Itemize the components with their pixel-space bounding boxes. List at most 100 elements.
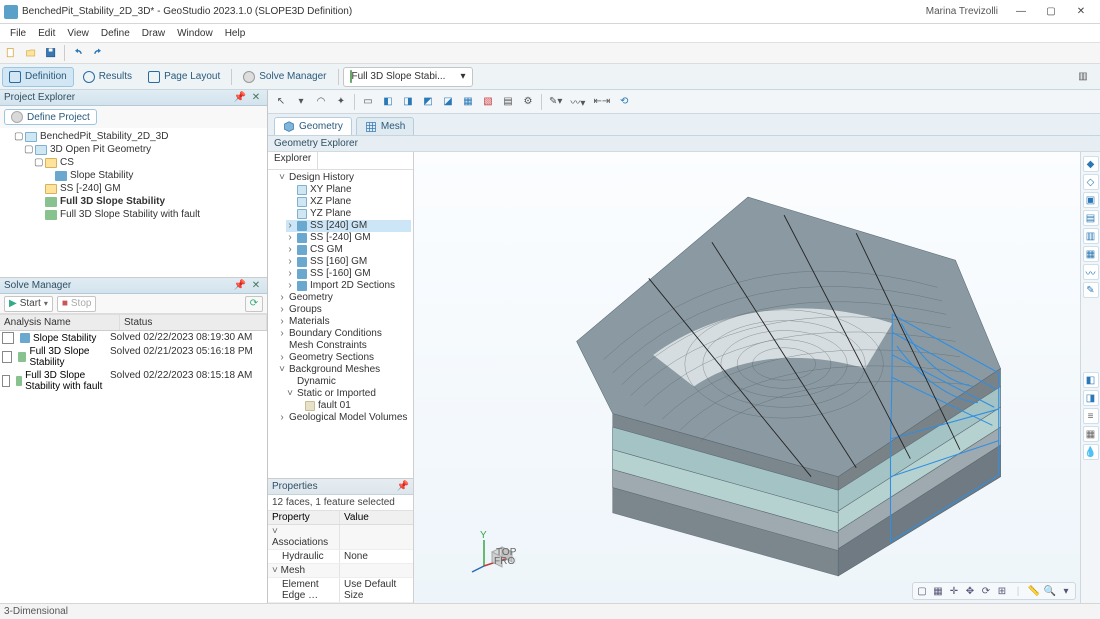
col-status[interactable]: Status: [120, 315, 267, 330]
analysis-dropdown[interactable]: Full 3D Slope Stabi...▾: [343, 67, 473, 87]
window-close[interactable]: ✕: [1066, 2, 1096, 22]
right-tool-lines-icon[interactable]: ≡: [1083, 408, 1099, 424]
move-icon[interactable]: ✥: [963, 584, 977, 598]
checkbox[interactable]: [2, 351, 12, 363]
snap-icon[interactable]: ✛: [947, 584, 961, 598]
tab-geometry[interactable]: Geometry: [274, 117, 352, 135]
view-extents-icon[interactable]: ▢: [915, 584, 929, 598]
menu-define[interactable]: Define: [95, 27, 136, 40]
grid-toggle-icon[interactable]: ▦: [931, 584, 945, 598]
right-tool-4[interactable]: ▤: [1083, 210, 1099, 226]
right-tool-6[interactable]: ▦: [1083, 246, 1099, 262]
explorer-tab[interactable]: Explorer: [268, 152, 318, 169]
right-tool-cube2-icon[interactable]: ◨: [1083, 390, 1099, 406]
results-icon: [83, 71, 95, 83]
right-tool-2[interactable]: ◇: [1083, 174, 1099, 190]
cube-wire-icon[interactable]: ◨: [399, 93, 417, 111]
measure-icon[interactable]: 📏: [1027, 584, 1041, 598]
pin-icon[interactable]: 📌: [233, 280, 247, 292]
prop-group-mesh[interactable]: Mesh: [268, 564, 413, 578]
right-tool-grid-icon[interactable]: ▦: [1083, 426, 1099, 442]
tab-definition[interactable]: Definition: [2, 67, 74, 87]
define-project-button[interactable]: Define Project: [4, 109, 97, 125]
menu-file[interactable]: File: [4, 27, 32, 40]
checkbox[interactable]: [2, 332, 14, 344]
save-button[interactable]: [42, 44, 60, 62]
gear-icon: [243, 71, 255, 83]
checkbox[interactable]: [2, 375, 10, 387]
refresh-button[interactable]: ⟳: [245, 296, 263, 312]
tab-results[interactable]: Results: [76, 67, 139, 87]
window-minimize[interactable]: —: [1006, 2, 1036, 22]
right-tool-5[interactable]: ▥: [1083, 228, 1099, 244]
cube-alt-icon[interactable]: ◪: [439, 93, 457, 111]
analysis-row[interactable]: Full 3D Slope Stability with faultSolved…: [0, 369, 267, 393]
cube-solid-icon[interactable]: ◩: [419, 93, 437, 111]
prop-group-assoc[interactable]: Associations: [268, 525, 413, 550]
open-button[interactable]: [22, 44, 40, 62]
col-value[interactable]: Value: [340, 511, 413, 524]
dimension-tool-icon[interactable]: ⇤⇥: [590, 93, 613, 111]
pin-icon[interactable]: 📌: [233, 92, 247, 104]
chevron-down-icon[interactable]: ▾: [1059, 584, 1073, 598]
menu-window[interactable]: Window: [171, 27, 219, 40]
box-tool-icon[interactable]: ▭: [359, 93, 377, 111]
plane-icon: [297, 185, 307, 195]
ribbon-extra-button[interactable]: ▥: [1074, 68, 1092, 86]
window-maximize[interactable]: ▢: [1036, 2, 1066, 22]
cube-icon: [297, 257, 307, 267]
right-tool-cube-icon[interactable]: ◧: [1083, 372, 1099, 388]
analysis-row[interactable]: Full 3D Slope StabilitySolved 02/21/2023…: [0, 345, 267, 369]
col-property[interactable]: Property: [268, 511, 340, 524]
export-icon[interactable]: ▤: [499, 93, 517, 111]
analysis-row[interactable]: Slope StabilitySolved 02/22/2023 08:19:3…: [0, 331, 267, 345]
cube-tool-icon[interactable]: ◧: [379, 93, 397, 111]
ortho-icon[interactable]: ⊞: [995, 584, 1009, 598]
col-analysis-name[interactable]: Analysis Name: [0, 315, 120, 330]
new-button[interactable]: [2, 44, 20, 62]
right-tool-7[interactable]: 〰: [1083, 264, 1099, 280]
3d-viewport[interactable]: Y TOP FRONT ▢ ▦: [414, 152, 1100, 603]
select-tool-dd[interactable]: ▾: [292, 93, 310, 111]
delete-icon[interactable]: ▧: [479, 93, 497, 111]
menu-draw[interactable]: Draw: [136, 27, 171, 40]
prop-row-edgesize[interactable]: Element Edge …Use Default Size: [268, 578, 413, 603]
search-icon[interactable]: 🔍: [1043, 584, 1057, 598]
tab-mesh[interactable]: Mesh: [356, 117, 414, 135]
redo-button[interactable]: [89, 44, 107, 62]
rotate-tool-icon[interactable]: ⟲: [615, 93, 633, 111]
right-tool-8[interactable]: ✎: [1083, 282, 1099, 298]
stop-button[interactable]: ■Stop: [57, 296, 97, 312]
tab-pagelayout[interactable]: Page Layout: [141, 67, 227, 87]
geometry-tree[interactable]: ˅Design History XY Plane XZ Plane YZ Pla…: [268, 170, 413, 478]
undo-button[interactable]: [69, 44, 87, 62]
pick-tool-icon[interactable]: ✦: [332, 93, 350, 111]
close-panel-icon[interactable]: ✕: [249, 92, 263, 104]
cube-icon: [297, 233, 307, 243]
cube-icon: [283, 121, 295, 133]
lasso-tool-icon[interactable]: ◠: [312, 93, 330, 111]
right-tool-3[interactable]: ▣: [1083, 192, 1099, 208]
menu-view[interactable]: View: [61, 27, 95, 40]
settings-gear-icon[interactable]: ⚙: [519, 93, 537, 111]
measure-tool-icon[interactable]: 〰▾: [567, 93, 588, 111]
select-tool-icon[interactable]: ↖: [272, 93, 290, 111]
prop-row-hydraulic[interactable]: HydraulicNone: [268, 550, 413, 564]
axis-gnomon[interactable]: Y TOP FRONT: [470, 528, 516, 577]
rotate-icon[interactable]: ⟳: [979, 584, 993, 598]
layer-icon[interactable]: ▦: [459, 93, 477, 111]
close-panel-icon[interactable]: ✕: [249, 280, 263, 292]
project-tree[interactable]: ▢BenchedPit_Stability_2D_3D ▢3D Open Pit…: [0, 128, 267, 278]
menu-edit[interactable]: Edit: [32, 27, 61, 40]
view-toolbar-right: ◆ ◇ ▣ ▤ ▥ ▦ 〰 ✎ ◧ ◨ ≡ ▦ 💧: [1080, 152, 1100, 603]
folder-icon: [45, 184, 57, 194]
menu-help[interactable]: Help: [219, 27, 252, 40]
btn-solve-manager[interactable]: Solve Manager: [236, 67, 333, 87]
view-bottom-toolbar: ▢ ▦ ✛ ✥ ⟳ ⊞ | 📏 🔍 ▾: [912, 582, 1076, 600]
pin-icon[interactable]: 📌: [397, 481, 409, 492]
right-tool-drop-icon[interactable]: 💧: [1083, 444, 1099, 460]
plane-icon: [297, 197, 307, 207]
right-tool-1[interactable]: ◆: [1083, 156, 1099, 172]
sketch-tool-icon[interactable]: ✎▾: [546, 93, 565, 111]
start-button[interactable]: ▶Start: [4, 296, 53, 312]
